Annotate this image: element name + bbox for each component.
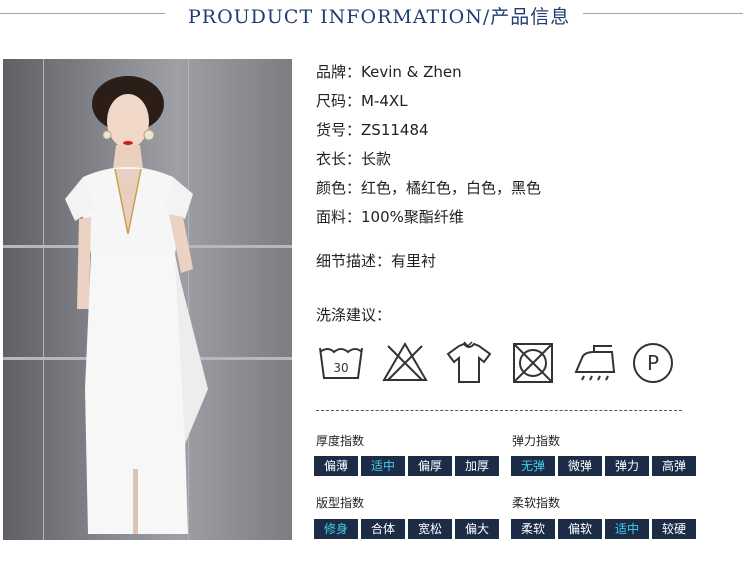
info-colors: 颜色：红色，橘红色，白色，黑色 — [316, 178, 541, 207]
elasticity-options: 无弹 微弹 弹力 高弹 — [511, 456, 696, 476]
iron-icon — [574, 345, 616, 381]
fit-title: 版型指数 — [316, 496, 365, 510]
info-label: 衣长： — [316, 150, 362, 168]
wash-30-icon: 30 — [319, 347, 363, 379]
softness-option: 柔软 — [511, 519, 555, 539]
softness-title: 柔软指数 — [512, 496, 561, 510]
detail-description: 细节描述：有里衬 — [316, 252, 437, 270]
wash-temp-label: 30 — [333, 361, 348, 375]
dry-clean-letter: P — [647, 351, 659, 375]
softness-option: 偏软 — [558, 519, 602, 539]
info-fabric: 面料：100%聚酯纤维 — [316, 207, 541, 236]
product-info: 品牌：Kevin & Zhen 尺码：M-4XL 货号：ZS11484 衣长：长… — [316, 62, 541, 236]
info-sku: 货号：ZS11484 — [316, 120, 541, 149]
thickness-option: 适中 — [361, 456, 405, 476]
info-value: 100%聚酯纤维 — [361, 208, 464, 226]
fit-option: 修身 — [314, 519, 358, 539]
info-label: 货号： — [316, 121, 362, 139]
fit-option: 合体 — [361, 519, 405, 539]
info-label: 尺码： — [316, 92, 362, 110]
elasticity-option: 高弹 — [652, 456, 696, 476]
shirt-icon — [446, 341, 492, 383]
info-size: 尺码：M-4XL — [316, 91, 541, 120]
thickness-option: 偏薄 — [314, 456, 358, 476]
model-figure — [65, 76, 208, 534]
elasticity-option: 无弹 — [511, 456, 555, 476]
elasticity-option: 弹力 — [605, 456, 649, 476]
no-tumble-dry-icon — [513, 343, 553, 383]
header-line-left — [0, 13, 165, 14]
info-value: ZS11484 — [361, 121, 429, 139]
info-brand: 品牌：Kevin & Zhen — [316, 62, 541, 91]
no-bleach-icon — [382, 342, 428, 381]
info-label: 品牌： — [316, 63, 362, 81]
softness-option: 适中 — [605, 519, 649, 539]
fit-options: 修身 合体 宽松 偏大 — [314, 519, 499, 539]
fit-option: 宽松 — [408, 519, 452, 539]
softness-option: 较硬 — [652, 519, 696, 539]
elasticity-title: 弹力指数 — [512, 434, 561, 448]
fit-option: 偏大 — [455, 519, 499, 539]
info-value: M-4XL — [361, 92, 408, 110]
info-label: 面料： — [316, 208, 362, 226]
info-value: Kevin & Zhen — [361, 63, 462, 81]
page-title: PROUDUCT INFORMATION/产品信息 — [188, 6, 571, 28]
dry-clean-p-icon: P — [633, 343, 673, 383]
thickness-title: 厚度指数 — [316, 434, 365, 448]
info-value: 长款 — [361, 150, 392, 168]
softness-options: 柔软 偏软 适中 较硬 — [511, 519, 696, 539]
thickness-option: 偏厚 — [408, 456, 452, 476]
product-photo — [3, 59, 292, 540]
info-value: 红色，橘红色，白色，黑色 — [361, 179, 542, 197]
thickness-options: 偏薄 适中 偏厚 加厚 — [314, 456, 499, 476]
info-length: 衣长：长款 — [316, 149, 541, 178]
elasticity-option: 微弹 — [558, 456, 602, 476]
thickness-option: 加厚 — [455, 456, 499, 476]
header: PROUDUCT INFORMATION/产品信息 — [0, 0, 750, 30]
divider — [316, 410, 682, 411]
header-line-right — [583, 13, 743, 14]
wash-title: 洗涤建议： — [316, 306, 392, 324]
info-label: 颜色： — [316, 179, 362, 197]
